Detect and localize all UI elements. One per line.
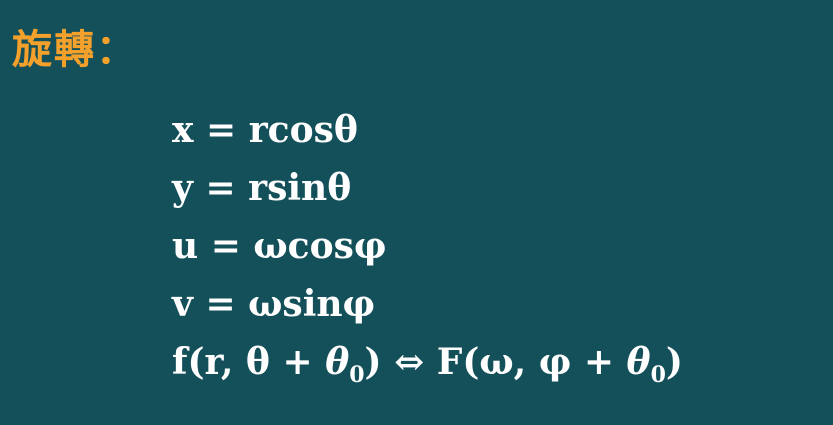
equation-x: x = rcosθ	[172, 109, 358, 151]
lhs-close: )	[364, 341, 382, 383]
rhs-subscript: 0	[650, 362, 666, 388]
rhs-open: F(ω, φ +	[436, 341, 627, 383]
equation-y: y = rsinθ	[172, 167, 352, 209]
lhs-theta: θ	[325, 341, 350, 383]
equation-u: u = ωcosφ	[172, 225, 387, 267]
lhs-open: f(r, θ +	[172, 341, 326, 383]
equation-transform-pair: f(r, θ + θ0) ⇔ F(ω, φ + θ0)	[172, 344, 683, 386]
equivalence-arrow: ⇔	[381, 341, 437, 383]
rhs-close: )	[665, 341, 683, 383]
equation-v: v = ωsinφ	[172, 283, 376, 325]
rhs-theta: θ	[626, 341, 651, 383]
slide-title: 旋轉：	[12, 27, 138, 73]
slide: 旋轉： x = rcosθ y = rsinθ u = ωcosφ v = ωs…	[0, 0, 833, 425]
lhs-subscript: 0	[349, 362, 365, 388]
